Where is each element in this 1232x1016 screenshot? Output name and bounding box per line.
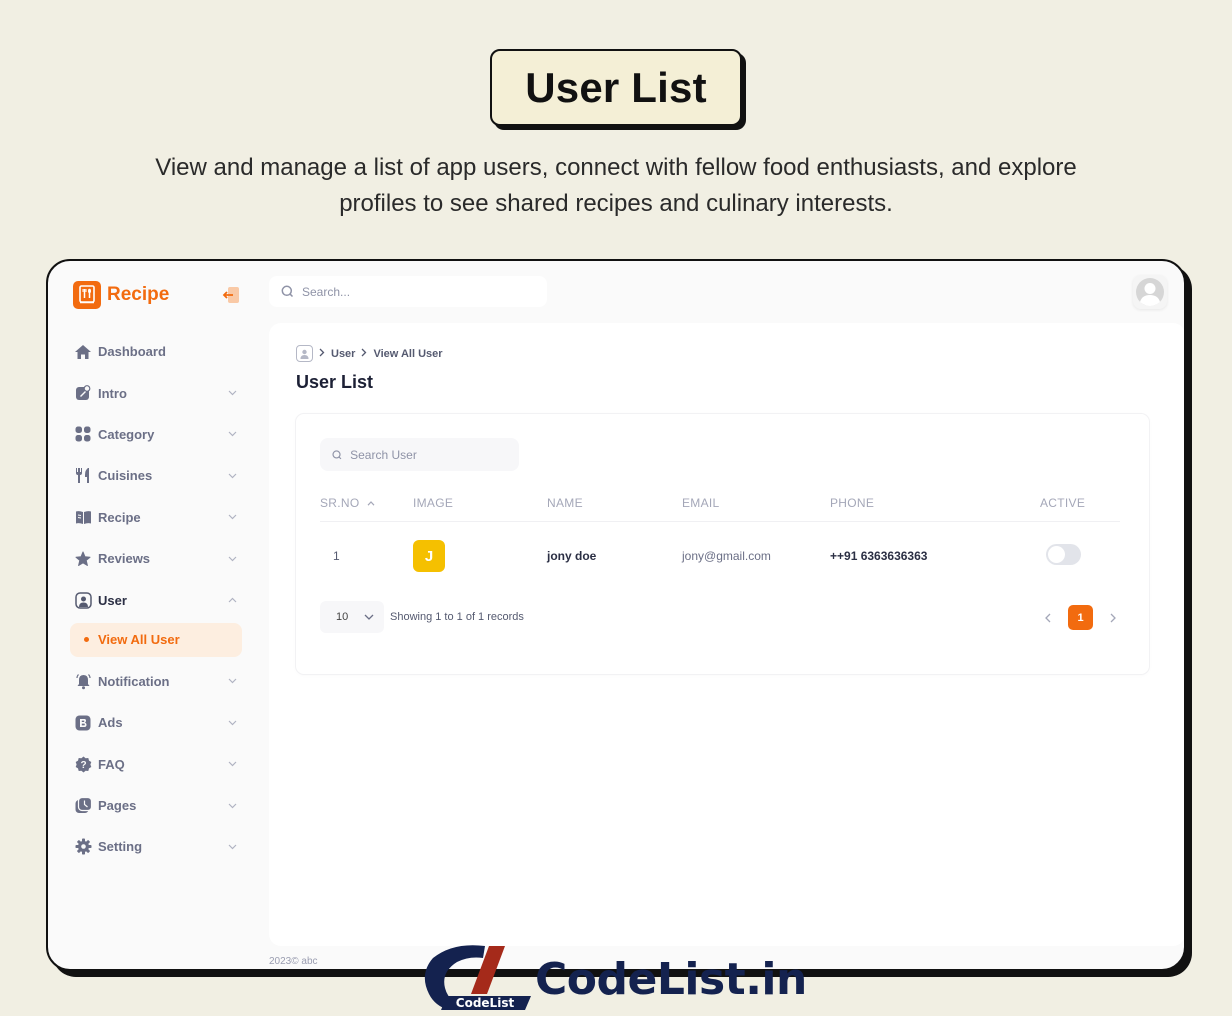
search-icon: [332, 449, 342, 459]
chevron-down-icon: [226, 844, 238, 850]
chevron-down-icon: [226, 720, 238, 726]
chevron-right-icon: [1110, 613, 1116, 622]
chevron-down-icon: [226, 556, 238, 562]
avatar-placeholder-icon: [1136, 278, 1164, 306]
footer-copyright: 2023© abc: [269, 956, 318, 967]
sidebar-item-faq[interactable]: ? FAQ: [70, 744, 242, 785]
sidebar-item-setting[interactable]: Setting: [70, 826, 242, 867]
codelist-watermark-text: CodeList.in: [535, 954, 807, 1005]
column-header-image: IMAGE: [413, 496, 454, 510]
sidebar-subitem-view-all-user[interactable]: View All User: [70, 622, 242, 657]
fork-knife-icon: [74, 467, 92, 485]
user-avatar[interactable]: J: [413, 540, 445, 572]
sidebar-item-dashboard[interactable]: Dashboard: [70, 331, 242, 372]
records-summary: Showing 1 to 1 of 1 records: [390, 611, 524, 623]
sidebar-item-intro[interactable]: Intro: [70, 372, 242, 413]
table-header: SR.NO IMAGE NAME EMAIL PHONE ACTIVE: [320, 496, 1120, 522]
recipe-book-logo-icon: [73, 281, 101, 309]
brand-name: Recipe: [107, 284, 170, 305]
sidebar-item-cuisines[interactable]: Cuisines: [70, 455, 242, 496]
sidebar-item-user[interactable]: User: [70, 579, 242, 620]
grid-icon: [74, 425, 92, 443]
breadcrumb-view-all-user: View All User: [373, 347, 443, 360]
sidebar: Recipe Dashboard Intro Category Cuisines…: [48, 261, 268, 969]
top-search-input[interactable]: [302, 284, 502, 299]
breadcrumb: User View All User: [296, 345, 443, 362]
next-page-button[interactable]: [1107, 612, 1119, 624]
codelist-watermark: CodeList CodeList.in: [423, 944, 807, 1012]
column-header-phone: PHONE: [830, 496, 875, 510]
collapse-sidebar-button[interactable]: [222, 286, 242, 304]
sidebar-item-category[interactable]: Category: [70, 414, 242, 455]
page-number-button[interactable]: 1: [1068, 605, 1093, 630]
bell-icon: [74, 672, 92, 690]
arrow-left-icon: [222, 287, 239, 303]
sidebar-nav: Dashboard Intro Category Cuisines Recipe…: [70, 331, 242, 868]
brand[interactable]: Recipe: [73, 281, 169, 309]
user-breadcrumb-icon[interactable]: [296, 345, 313, 362]
page-size-select[interactable]: 10: [320, 601, 384, 633]
ads-icon: [74, 714, 92, 732]
column-header-sr-no[interactable]: SR.NO: [320, 496, 375, 510]
table-row: 1 J jony doe jony@gmail.com ++91 6363636…: [320, 540, 1120, 574]
chevron-down-icon: [226, 514, 238, 520]
chevron-down-icon: [226, 761, 238, 767]
sidebar-item-notification[interactable]: Notification: [70, 661, 242, 702]
active-toggle[interactable]: [1046, 544, 1081, 565]
svg-text:CodeList: CodeList: [456, 996, 515, 1010]
search-icon: [281, 285, 294, 298]
pages-icon: [74, 797, 92, 815]
top-search-bar[interactable]: [269, 276, 547, 307]
user-search-bar[interactable]: [320, 438, 519, 471]
chevron-right-icon: [361, 348, 367, 360]
intro-icon: [74, 384, 92, 402]
breadcrumb-user[interactable]: User: [331, 348, 355, 360]
sort-asc-icon: [367, 501, 375, 506]
app-window: Recipe Dashboard Intro Category Cuisines…: [46, 259, 1186, 971]
chevron-down-icon: [226, 473, 238, 479]
sidebar-item-pages[interactable]: Pages: [70, 785, 242, 826]
book-icon: [74, 508, 92, 526]
cell-sr-no: 1: [333, 549, 340, 563]
profile-avatar-button[interactable]: [1133, 275, 1167, 309]
main-content: User View All User User List SR.NO IMAGE…: [269, 323, 1184, 946]
column-header-name: NAME: [547, 496, 583, 510]
user-search-input[interactable]: [350, 447, 519, 462]
toggle-knob: [1048, 546, 1065, 563]
bullet-dot-icon: [84, 637, 89, 643]
chevron-up-icon: [226, 597, 238, 603]
gear-icon: [74, 838, 92, 856]
sidebar-item-reviews[interactable]: Reviews: [70, 538, 242, 579]
user-table-card: SR.NO IMAGE NAME EMAIL PHONE ACTIVE 1 J …: [296, 414, 1149, 674]
star-icon: [74, 550, 92, 568]
hero-title-badge: User List: [490, 49, 742, 126]
page-title: User List: [296, 372, 374, 392]
chevron-down-icon: [364, 614, 374, 620]
hero-subtitle: View and manage a list of app users, con…: [155, 154, 1077, 217]
user-icon: [74, 591, 92, 609]
cell-name: jony doe: [547, 549, 597, 563]
chevron-down-icon: [226, 431, 238, 437]
chevron-down-icon: [226, 803, 238, 809]
home-icon: [74, 343, 92, 361]
question-icon: ?: [74, 755, 92, 773]
column-header-active: ACTIVE: [1040, 496, 1086, 510]
chevron-left-icon: [1045, 613, 1051, 622]
cell-phone: ++91 6363636363: [830, 549, 928, 563]
pagination: 1: [1042, 605, 1119, 630]
sidebar-item-ads[interactable]: Ads: [70, 702, 242, 743]
hero-title: User List: [525, 63, 707, 111]
prev-page-button[interactable]: [1042, 612, 1054, 624]
chevron-down-icon: [226, 390, 238, 396]
cell-email: jony@gmail.com: [682, 549, 771, 563]
codelist-logo-icon: CodeList: [424, 945, 531, 1010]
column-header-email: EMAIL: [682, 496, 720, 510]
sidebar-item-recipe[interactable]: Recipe: [70, 497, 242, 538]
svg-text:?: ?: [80, 760, 86, 771]
chevron-right-icon: [319, 348, 325, 360]
chevron-down-icon: [226, 678, 238, 684]
